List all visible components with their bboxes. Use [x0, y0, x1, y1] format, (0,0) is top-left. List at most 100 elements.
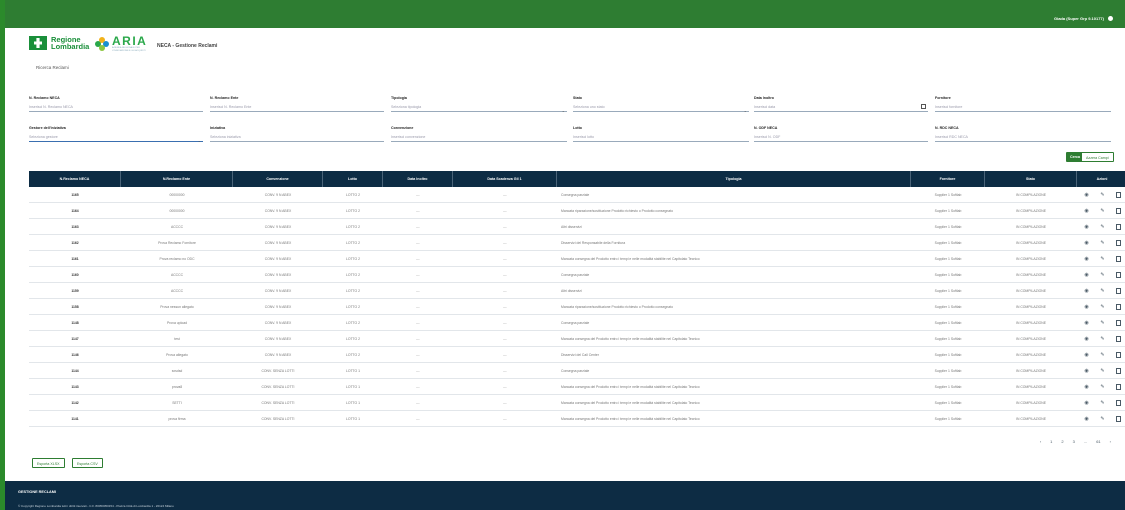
- table-cell: SETTI: [172, 400, 182, 405]
- stato-select[interactable]: Seleziona uno stato: [573, 102, 749, 112]
- eye-icon[interactable]: ◉: [1084, 256, 1090, 262]
- pencil-icon[interactable]: ✎: [1100, 224, 1106, 230]
- eye-icon[interactable]: ◉: [1084, 240, 1090, 246]
- trash-icon[interactable]: [1115, 287, 1121, 294]
- trash-icon[interactable]: [1115, 367, 1121, 374]
- eye-icon[interactable]: ◉: [1084, 192, 1090, 198]
- table-cell: Prova reclamo no ODC: [159, 256, 195, 261]
- pencil-icon[interactable]: ✎: [1100, 288, 1106, 294]
- trash-icon[interactable]: [1115, 207, 1121, 214]
- table-cell: Supplier 1 Softlab: [934, 400, 962, 405]
- pencil-icon[interactable]: ✎: [1100, 400, 1106, 406]
- eye-icon[interactable]: ◉: [1084, 304, 1090, 310]
- trash-icon[interactable]: [1115, 223, 1121, 230]
- pager-next-button[interactable]: ›: [1110, 439, 1111, 444]
- table-cell: Supplier 1 Softlab: [934, 384, 962, 389]
- trash-icon[interactable]: [1115, 399, 1121, 406]
- convenzione-input[interactable]: Inserisci convenzione: [391, 132, 567, 142]
- trash-icon[interactable]: [1115, 383, 1121, 390]
- pencil-icon[interactable]: ✎: [1100, 256, 1106, 262]
- reclamo-ente-input[interactable]: Inserisci N. Reclamo Ente: [210, 102, 384, 112]
- row-actions: ◉ ✎: [1077, 187, 1125, 202]
- row-actions: ◉ ✎: [1077, 363, 1125, 378]
- table-cell: ---: [416, 208, 420, 213]
- table-row: 1163 ACCCC CONV. 9 N ABEX LOTTO 2 --- --- Altr…: [29, 219, 1125, 235]
- eye-icon[interactable]: ◉: [1084, 384, 1090, 390]
- table-cell: CONV. 9 N ABEX: [264, 208, 292, 213]
- row-actions: ◉ ✎: [1077, 315, 1125, 330]
- pencil-icon[interactable]: ✎: [1100, 304, 1106, 310]
- table-cell: Consegna parziale: [561, 320, 590, 325]
- row-actions: ◉ ✎: [1077, 347, 1125, 362]
- lotto-input[interactable]: Inserisci lotto: [573, 132, 749, 142]
- pager-prev-button[interactable]: ‹: [1040, 439, 1041, 444]
- table-cell: LOTTO 2: [345, 288, 361, 293]
- pager-page[interactable]: 61: [1096, 439, 1100, 444]
- eye-icon[interactable]: ◉: [1084, 224, 1090, 230]
- table-cell: Supplier 1 Softlab: [934, 288, 962, 293]
- eye-icon[interactable]: ◉: [1084, 288, 1090, 294]
- data-inoltro-input[interactable]: Inserisci data: [754, 102, 928, 112]
- table-cell: 1162: [71, 240, 79, 245]
- export-csv-button[interactable]: Esporta CSV: [72, 458, 103, 468]
- pencil-icon[interactable]: ✎: [1100, 208, 1106, 214]
- table-cell: LOTTO 2: [345, 240, 361, 245]
- pencil-icon[interactable]: ✎: [1100, 384, 1106, 390]
- eye-icon[interactable]: ◉: [1084, 352, 1090, 358]
- pencil-icon[interactable]: ✎: [1100, 192, 1106, 198]
- table-cell: ACCCC: [170, 288, 184, 293]
- export-xlsx-button[interactable]: Esporta XLSX: [32, 458, 65, 468]
- eye-icon[interactable]: ◉: [1084, 368, 1090, 374]
- table-cell: Mancata riparazione/sostituzione Prodott…: [561, 208, 673, 213]
- trash-icon[interactable]: [1115, 335, 1121, 342]
- pencil-icon[interactable]: ✎: [1100, 336, 1106, 342]
- pencil-icon[interactable]: ✎: [1100, 368, 1106, 374]
- pencil-icon[interactable]: ✎: [1100, 352, 1106, 358]
- eye-icon[interactable]: ◉: [1084, 208, 1090, 214]
- table-cell: IN COMPILAZIONE: [1016, 240, 1046, 245]
- trash-icon[interactable]: [1115, 351, 1121, 358]
- trash-icon[interactable]: [1115, 319, 1121, 326]
- aria-logo[interactable]: ARIA AZIENDA REGIONALE PER L'INNOVAZIONE…: [95, 35, 147, 52]
- table-cell: 1148: [71, 320, 79, 325]
- calendar-icon[interactable]: [921, 104, 926, 109]
- trash-icon[interactable]: [1115, 271, 1121, 278]
- row-actions: ◉ ✎: [1077, 299, 1125, 314]
- pager-page[interactable]: 2: [1061, 439, 1063, 444]
- iniziativa-select[interactable]: Seleziona iniziativa: [210, 132, 384, 142]
- tipologia-select[interactable]: Seleziona tipologia: [391, 102, 567, 112]
- trash-icon[interactable]: [1115, 303, 1121, 310]
- table-cell: Mancata consegna del Prodotto entro i te…: [561, 416, 700, 421]
- table-cell: ---: [503, 400, 507, 405]
- pager-page[interactable]: 1: [1050, 439, 1052, 444]
- eye-icon[interactable]: ◉: [1084, 272, 1090, 278]
- user-menu[interactable]: Giada (Super Grp 9.10177): [1054, 16, 1113, 21]
- odf-neca-input[interactable]: Inserisci N. ODF: [754, 132, 928, 142]
- regione-lombardia-logo[interactable]: Regione Lombardia: [29, 36, 89, 50]
- row-actions: ◉ ✎: [1077, 331, 1125, 346]
- eye-icon[interactable]: ◉: [1084, 320, 1090, 326]
- gestore-select[interactable]: Seleziona gestore: [29, 132, 203, 142]
- tab-ricerca-reclami[interactable]: Ricerca Reclami: [36, 65, 69, 70]
- table-cell: LOTTO 2: [345, 256, 361, 261]
- eye-icon[interactable]: ◉: [1084, 400, 1090, 406]
- pencil-icon[interactable]: ✎: [1100, 320, 1106, 326]
- pencil-icon[interactable]: ✎: [1100, 416, 1106, 422]
- trash-icon[interactable]: [1115, 239, 1121, 246]
- reset-button[interactable]: Azzera Campi: [1081, 152, 1114, 162]
- trash-icon[interactable]: [1115, 415, 1121, 422]
- table-cell: ---: [503, 224, 507, 229]
- pager-page[interactable]: 3: [1073, 439, 1075, 444]
- pager-page[interactable]: ...: [1084, 439, 1087, 444]
- pencil-icon[interactable]: ✎: [1100, 272, 1106, 278]
- pencil-icon[interactable]: ✎: [1100, 240, 1106, 246]
- rdc-neca-input[interactable]: Inserisci RDC NECA: [935, 132, 1111, 142]
- trash-icon[interactable]: [1115, 191, 1121, 198]
- eye-icon[interactable]: ◉: [1084, 416, 1090, 422]
- trash-icon[interactable]: [1115, 255, 1121, 262]
- fornitore-input[interactable]: Inserisci fornitore: [935, 102, 1111, 112]
- table-cell: ---: [416, 352, 420, 357]
- reclamo-neca-input[interactable]: Inserisci N. Reclamo NECA: [29, 102, 203, 112]
- filter-convenzione: Convenzione Inserisci convenzione: [391, 126, 567, 142]
- eye-icon[interactable]: ◉: [1084, 336, 1090, 342]
